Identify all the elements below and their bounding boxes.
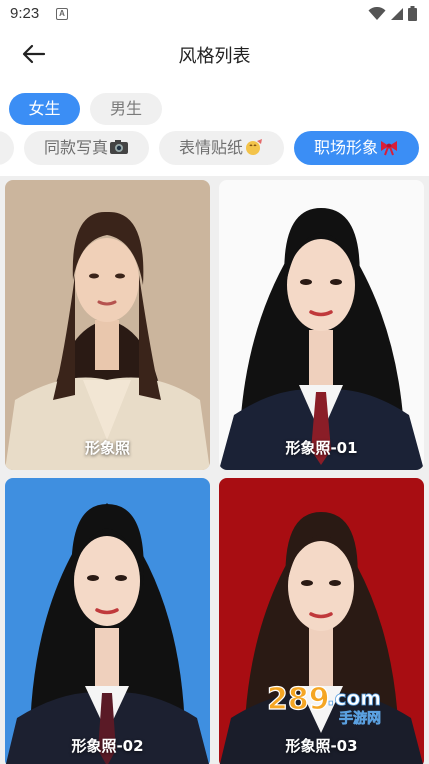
style-card[interactable]: 形象照-02 bbox=[5, 478, 210, 764]
notification-a-icon: A bbox=[56, 8, 68, 20]
card-label: 形象照-02 bbox=[71, 737, 144, 755]
card-label: 形象照-01 bbox=[285, 439, 358, 457]
status-icons bbox=[368, 6, 417, 21]
watermark-suffix: .com bbox=[327, 686, 381, 710]
watermark-brand: 289 bbox=[267, 682, 330, 717]
style-card[interactable]: 形象照 bbox=[5, 180, 210, 470]
card-label: 形象照-03 bbox=[285, 737, 358, 755]
portrait-image bbox=[5, 478, 210, 764]
camera-emoji-icon bbox=[110, 140, 128, 154]
watermark-logo: 289 .com 手游网 bbox=[265, 681, 405, 730]
watermark-sub: 手游网 bbox=[339, 710, 381, 725]
chip-label: 职场形象 bbox=[313, 138, 378, 157]
portrait-image bbox=[219, 180, 424, 470]
battery-icon bbox=[408, 6, 417, 21]
signal-icon bbox=[391, 7, 403, 20]
watermark-graphic: 289 .com 手游网 bbox=[266, 681, 381, 727]
chip-partial[interactable] bbox=[0, 131, 14, 165]
style-grid: 形象照 形象照-01 形象照-02 形象照-03 289 .com 手游网 bbox=[0, 176, 429, 764]
style-card[interactable]: 形象照-01 bbox=[219, 180, 424, 470]
chip-label: 表情贴纸 bbox=[178, 138, 243, 157]
chip-workplace[interactable]: 职场形象 bbox=[294, 131, 419, 165]
app-bar: 风格列表 bbox=[0, 30, 429, 78]
chip-label: 同款写真 bbox=[43, 138, 108, 157]
status-bar: 9:23 A bbox=[0, 0, 429, 30]
sticker-emoji-icon bbox=[246, 139, 262, 155]
chip-same-style-photo[interactable]: 同款写真 bbox=[24, 131, 149, 165]
gender-tabs: 女生 男生 bbox=[9, 93, 162, 125]
tab-female[interactable]: 女生 bbox=[9, 93, 80, 125]
card-label: 形象照 bbox=[84, 439, 130, 457]
ribbon-emoji-icon bbox=[381, 141, 397, 156]
page-title: 风格列表 bbox=[178, 46, 251, 67]
wifi-icon bbox=[368, 6, 386, 20]
category-row: 同款写真 表情贴纸 职场形象 bbox=[0, 131, 429, 167]
status-time: 9:23 bbox=[10, 5, 40, 22]
tab-male[interactable]: 男生 bbox=[90, 93, 162, 125]
chip-sticker[interactable]: 表情贴纸 bbox=[159, 131, 284, 165]
portrait-image bbox=[5, 180, 210, 470]
